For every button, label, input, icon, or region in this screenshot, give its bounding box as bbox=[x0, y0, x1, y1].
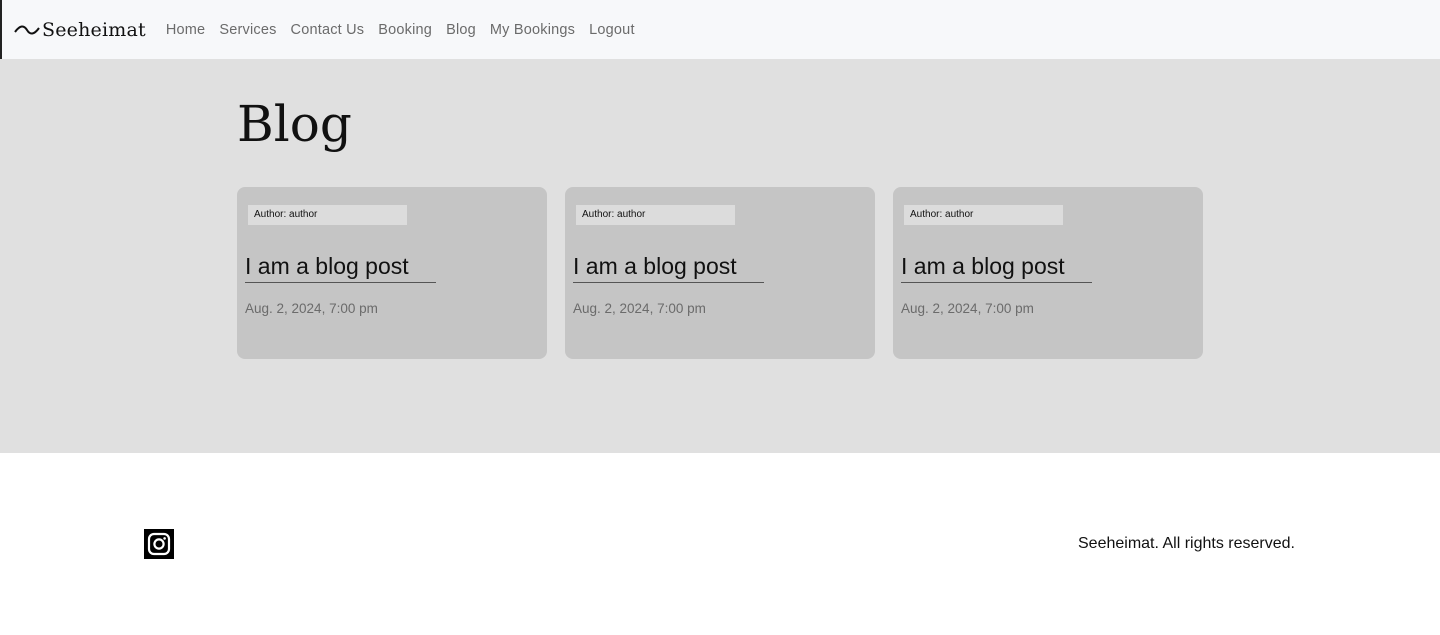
blog-post-card: Author: author I am a blog post Aug. 2, … bbox=[565, 187, 875, 359]
blog-post-list: Author: author I am a blog post Aug. 2, … bbox=[237, 187, 1203, 359]
nav-link-services[interactable]: Services bbox=[219, 22, 276, 38]
copyright-text: Seeheimat. All rights reserved. bbox=[1078, 535, 1295, 552]
blog-post-title-link[interactable]: I am a blog post bbox=[901, 253, 1092, 283]
blog-post-date: Aug. 2, 2024, 7:00 pm bbox=[901, 301, 1034, 316]
author-badge: Author: author bbox=[248, 205, 407, 225]
navbar: Seeheimat Home Services Contact Us Booki… bbox=[0, 0, 1440, 59]
nav-link-booking[interactable]: Booking bbox=[378, 22, 432, 38]
brand-name: Seeheimat bbox=[42, 18, 146, 41]
main-content: Blog Author: author I am a blog post Aug… bbox=[0, 59, 1440, 453]
nav-link-logout[interactable]: Logout bbox=[589, 22, 635, 38]
blog-post-date: Aug. 2, 2024, 7:00 pm bbox=[245, 301, 378, 316]
blog-post-title-link[interactable]: I am a blog post bbox=[573, 253, 764, 283]
wave-logo-icon bbox=[14, 25, 40, 34]
nav-link-home[interactable]: Home bbox=[166, 22, 205, 38]
nav-link-contact-us[interactable]: Contact Us bbox=[291, 22, 365, 38]
page-title: Blog bbox=[237, 95, 352, 153]
brand-link[interactable]: Seeheimat bbox=[14, 19, 146, 41]
author-badge: Author: author bbox=[576, 205, 735, 225]
nav-link-blog[interactable]: Blog bbox=[446, 22, 476, 38]
blog-post-title-link[interactable]: I am a blog post bbox=[245, 253, 436, 283]
nav-links: Home Services Contact Us Booking Blog My… bbox=[166, 22, 649, 38]
footer: Seeheimat. All rights reserved. bbox=[0, 453, 1440, 635]
blog-post-date: Aug. 2, 2024, 7:00 pm bbox=[573, 301, 706, 316]
blog-post-card: Author: author I am a blog post Aug. 2, … bbox=[237, 187, 547, 359]
nav-link-my-bookings[interactable]: My Bookings bbox=[490, 22, 575, 38]
instagram-icon bbox=[144, 529, 174, 559]
author-badge: Author: author bbox=[904, 205, 1063, 225]
instagram-link[interactable] bbox=[144, 529, 174, 559]
blog-post-card: Author: author I am a blog post Aug. 2, … bbox=[893, 187, 1203, 359]
